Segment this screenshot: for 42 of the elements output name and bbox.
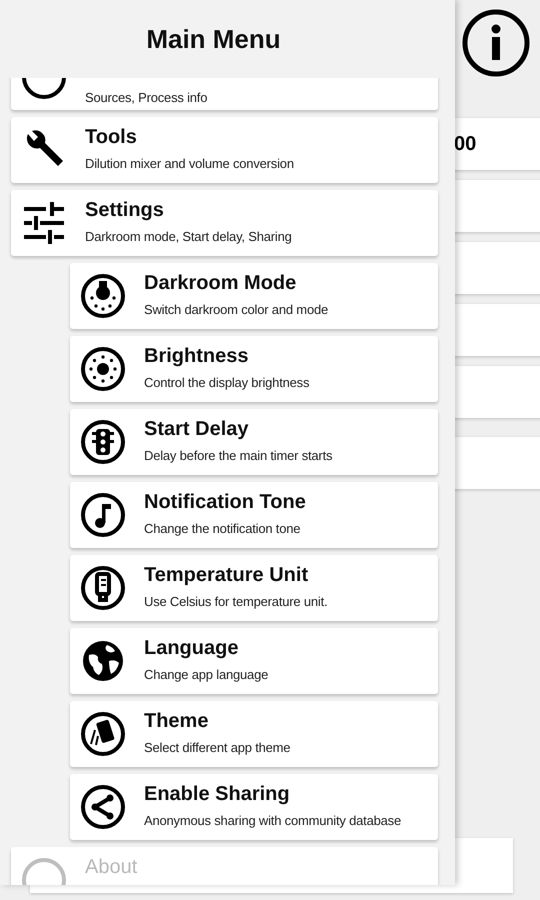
menu-item-description: Switch darkroom color and mode [144,302,328,318]
menu-item-title: Settings [85,198,165,222]
menu-item-title: Tools [85,125,138,149]
menu-item-description: Darkroom mode, Start delay, Sharing [85,229,292,245]
menu-item-title: Start Delay [144,417,250,441]
menu-item-description: Change app language [144,667,268,683]
menu-item[interactable]: Theme Select different app theme [70,701,438,767]
menu-item[interactable]: Start Delay Delay before the main timer starts [70,409,438,475]
menu-item-title: Temperature Unit [144,563,310,587]
menu-item-description: Delay before the main timer starts [144,448,332,464]
menu-item[interactable]: Notification Tone Change the notification tone [70,482,438,548]
menu-item-description: Control the display brightness [144,375,310,391]
menu-title: Main Menu [146,24,281,54]
menu-item[interactable]: Settings Darkroom mode, Start delay, Sharing [11,190,438,256]
menu-item[interactable]: Tools Dilution mixer and volume conversion [11,117,438,183]
menu-item[interactable]: Temperature Unit Use Celsius for temperature unit. [70,555,438,621]
menu-item-title: Enable Sharing [144,782,291,806]
menu-item-description: Change the notification tone [144,521,302,537]
menu-item-description: Select different app theme [144,740,290,756]
menu-item[interactable]: Darkroom Mode Switch darkroom color and mode [70,263,438,329]
menu-item-title: Theme [144,709,210,733]
menu-item-title: About [85,855,138,879]
menu-item-description: Sources, Process info [85,90,208,106]
menu-item-title: Language [144,636,240,660]
music-note-icon [79,491,127,539]
field-value: 00 [453,132,476,156]
menu-item-title: Darkroom Mode [144,271,298,295]
phone-card-icon [79,710,127,758]
menu-item-title: Brightness [144,344,250,368]
menu-item[interactable]: Enable Sharing Anonymous sharing with community database [70,774,438,840]
menu-item-title: Notification Tone [144,490,306,514]
thermometer-icon [79,564,127,612]
menu-item-description: Use Celsius for temperature unit. [144,594,328,610]
menu-item-description: Anonymous sharing with community database [144,813,401,829]
share-icon [79,783,127,831]
menu-item[interactable]: Language Change app language [70,628,438,694]
traffic-light-icon [79,418,127,466]
menu-item[interactable]: Brightness Control the display brightness [70,336,438,402]
menu-item[interactable]: Sources, Process info [11,78,438,110]
menu-item-description: Dilution mixer and volume conversion [85,156,294,172]
sun-icon [79,345,127,393]
bulb-icon [79,272,127,320]
